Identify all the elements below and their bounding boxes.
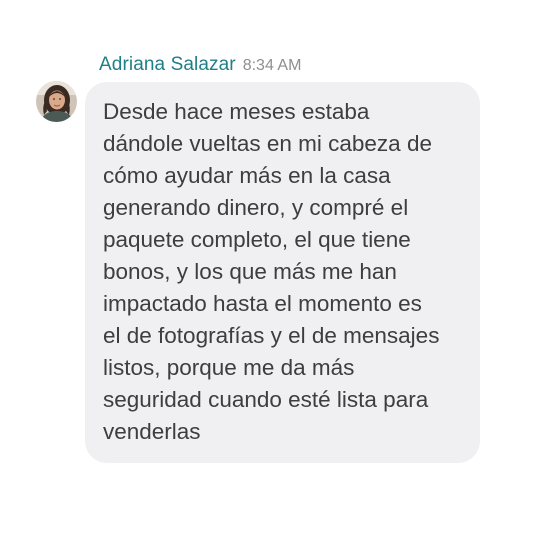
user-photo-avatar-icon[interactable] xyxy=(36,81,77,122)
chat-message: Adriana Salazar 8:34 AM Desde hace meses… xyxy=(0,0,540,540)
message-header: Adriana Salazar 8:34 AM xyxy=(99,54,301,82)
message-timestamp: 8:34 AM xyxy=(242,57,302,74)
message-text: Desde hace meses estaba dándole vueltas … xyxy=(103,99,440,444)
message-bubble[interactable]: Desde hace meses estaba dándole vueltas … xyxy=(85,82,480,463)
sender-name[interactable]: Adriana Salazar xyxy=(99,54,236,76)
